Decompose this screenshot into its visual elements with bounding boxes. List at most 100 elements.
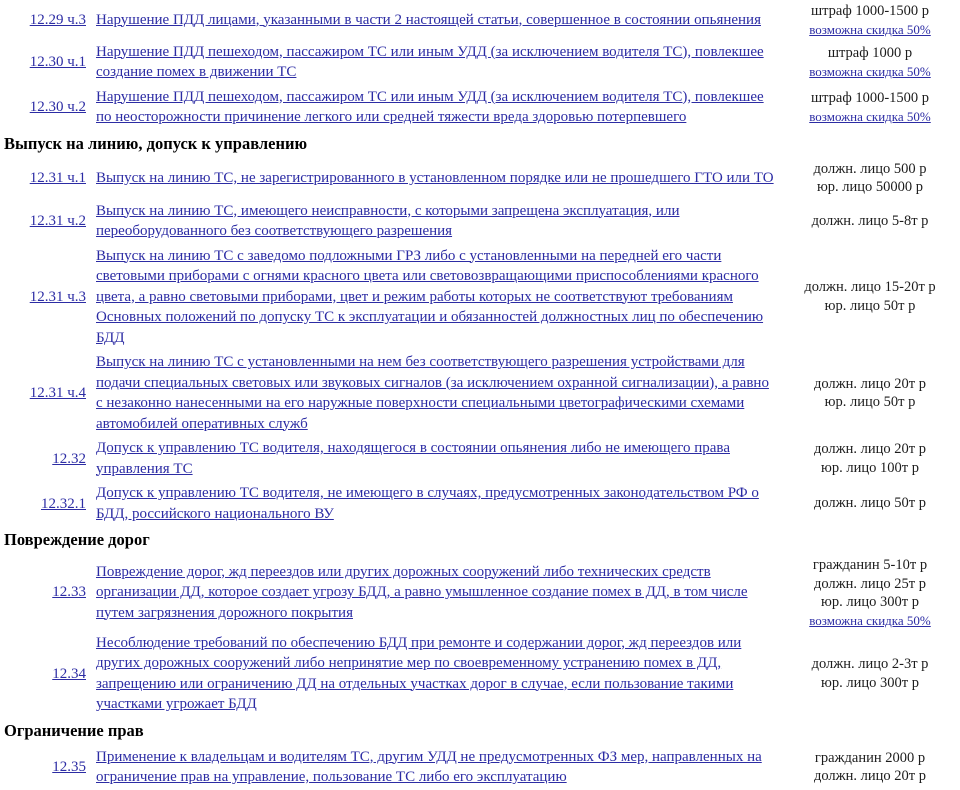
article-number-cell: 12.31 ч.3 [0,244,94,351]
table-row: 12.33 Повреждение дорог, жд переездов или… [0,554,960,631]
article-number-link[interactable]: 12.34 [52,666,86,682]
violation-description-link[interactable]: Повреждение дорог, жд переездов или друг… [96,562,774,624]
violation-description-cell: Допуск к управлению ТС водителя, не имею… [94,481,780,526]
violation-description-link[interactable]: Нарушение ПДД лицами, указанными в части… [96,10,774,31]
discount-link[interactable]: возможна скидка 50% [784,63,956,80]
article-number-cell: 12.31 ч.2 [0,199,94,244]
article-number-link[interactable]: 12.30 ч.2 [30,99,86,115]
penalty-amount: должн. лицо 5-8т р [811,212,929,229]
article-number-cell: 12.33 [0,554,94,631]
section-header-cell: Ограничение прав [0,717,960,745]
section-title: Ограничение прав [4,720,144,740]
violation-description-link[interactable]: Применение к владельцам и водителям ТС, … [96,747,774,788]
penalty-cell: должн. лицо 50т р [780,481,960,526]
violation-description-link[interactable]: Несоблюдение требований по обеспечению Б… [96,633,774,715]
penalty-amount: должн. лицо 20т р [813,375,927,392]
violation-description-link[interactable]: Выпуск на линию ТС, не зарегистрированно… [96,168,774,189]
section-title: Повреждение дорог [4,530,150,549]
section-header-cell: Повреждение дорог [0,526,960,554]
penalty-amount: должн. лицо 15-20т р [804,279,936,296]
penalty-table-page: 12.29 ч.3 Нарушение ПДД лицами, указанным… [0,0,960,790]
penalty-cell: должн. лицо 20т р юр. лицо 50т р [780,350,960,436]
penalty-amount: должн. лицо 20т р [813,441,927,457]
article-number-link[interactable]: 12.31 ч.3 [30,289,86,305]
article-number-cell: 12.35 [0,745,94,790]
penalty-amount: должн. лицо 500 р [813,160,927,177]
violation-description-cell: Нарушение ПДД пешеходом, пассажиром ТС и… [94,85,780,130]
penalty-amount: штраф 1000-1500 р [810,90,930,107]
article-number-cell: 12.30 ч.2 [0,85,94,130]
article-number-link[interactable]: 12.31 ч.2 [30,213,86,229]
penalty-amount: должн. лицо 25т р [813,575,927,592]
penalty-table-body: 12.29 ч.3 Нарушение ПДД лицами, указанным… [0,0,960,790]
table-row: 12.32 Допуск к управлению ТС водителя, на… [0,436,960,481]
penalty-cell: должн. лицо 20т р юр. лицо 100т р [780,436,960,481]
penalty-cell: гражданин 5-10т р должн. лицо 25т р юр. ли… [780,554,960,631]
violation-description-cell: Повреждение дорог, жд переездов или друг… [94,554,780,631]
table-row: 12.32.1 Допуск к управлению ТС водителя, … [0,481,960,526]
penalty-amount: штраф 1000 р [827,45,913,62]
penalty-amount: должн. лицо 2-3т р [811,656,929,672]
discount-link[interactable]: возможна скидка 50% [784,108,956,125]
article-number-link[interactable]: 12.31 ч.1 [30,170,86,186]
penalty-cell: должн. лицо 5-8т р [780,199,960,244]
article-number-cell: 12.30 ч.1 [0,40,94,85]
violation-description-cell: Нарушение ПДД лицами, указанными в части… [94,0,780,40]
article-number-cell: 12.32.1 [0,481,94,526]
article-number-link[interactable]: 12.30 ч.1 [30,54,86,70]
violation-description-link[interactable]: Допуск к управлению ТС водителя, не имею… [96,483,774,524]
violation-description-link[interactable]: Нарушение ПДД пешеходом, пассажиром ТС и… [96,42,774,83]
table-row: 12.31 ч.3 Выпуск на линию ТС с заведомо п… [0,244,960,351]
violation-description-cell: Выпуск на линию ТС с установленными на н… [94,350,780,436]
violation-description-cell: Несоблюдение требований по обеспечению Б… [94,631,780,717]
discount-link[interactable]: возможна скидка 50% [784,21,956,38]
table-row: 12.35 Применение к владельцам и водителям… [0,745,960,790]
article-number-link[interactable]: 12.33 [52,584,86,600]
table-row: 12.30 ч.1 Нарушение ПДД пешеходом, пассаж… [0,40,960,85]
penalty-table: 12.29 ч.3 Нарушение ПДД лицами, указанным… [0,0,960,790]
article-number-link[interactable]: 12.35 [52,759,86,775]
penalty-amount: юр. лицо 50т р [824,297,916,314]
violation-description-cell: Нарушение ПДД пешеходом, пассажиром ТС и… [94,40,780,85]
section-header-cell: Выпуск на линию, допуск к управлению [0,130,960,158]
article-number-cell: 12.29 ч.3 [0,0,94,40]
penalty-cell: должн. лицо 500 р юр. лицо 50000 р [780,158,960,199]
penalty-cell: штраф 1000-1500 р возможна скидка 50% [780,85,960,130]
table-row: 12.29 ч.3 Нарушение ПДД лицами, указанным… [0,0,960,40]
penalty-cell: должн. лицо 2-3т р юр. лицо 300т р [780,631,960,717]
violation-description-cell: Выпуск на линию ТС, имеющего неисправнос… [94,199,780,244]
section-title: Выпуск на линию, допуск к управлению [4,133,308,153]
violation-description-link[interactable]: Выпуск на линию ТС с заведомо подложными… [96,246,774,349]
discount-link[interactable]: возможна скидка 50% [784,612,956,629]
penalty-amount: юр. лицо 100т р [821,459,919,476]
penalty-amount: гражданин 5-10т р [812,557,928,573]
violation-description-link[interactable]: Нарушение ПДД пешеходом, пассажиром ТС и… [96,87,774,128]
violation-description-link[interactable]: Выпуск на линию ТС с установленными на н… [96,352,774,434]
section-header-row: Выпуск на линию, допуск к управлению [0,130,960,158]
table-row: 12.31 ч.4 Выпуск на линию ТС с установлен… [0,350,960,436]
penalty-cell: штраф 1000 р возможна скидка 50% [780,40,960,85]
penalty-amount: юр. лицо 300т р [821,674,919,691]
section-header-row: Повреждение дорог [0,526,960,554]
penalty-amount: юр. лицо 50т р [824,394,916,410]
violation-description-cell: Выпуск на линию ТС с заведомо подложными… [94,244,780,351]
table-row: 12.34 Несоблюдение требований по обеспече… [0,631,960,717]
penalty-cell: гражданин 2000 р должн. лицо 20т р [780,745,960,790]
article-number-link[interactable]: 12.32 [52,451,86,467]
violation-description-link[interactable]: Допуск к управлению ТС водителя, находящ… [96,438,774,479]
violation-description-link[interactable]: Выпуск на линию ТС, имеющего неисправнос… [96,201,774,242]
article-number-link[interactable]: 12.32.1 [41,496,86,512]
penalty-amount: должн. лицо 20т р [813,768,927,784]
article-number-link[interactable]: 12.31 ч.4 [30,385,86,401]
penalty-amount: юр. лицо 300т р [821,594,919,610]
article-number-cell: 12.32 [0,436,94,481]
violation-description-cell: Применение к владельцам и водителям ТС, … [94,745,780,790]
article-number-cell: 12.31 ч.4 [0,350,94,436]
section-header-row: Ограничение прав [0,717,960,745]
violation-description-cell: Допуск к управлению ТС водителя, находящ… [94,436,780,481]
penalty-amount: гражданин 2000 р [814,749,926,766]
table-row: 12.31 ч.1 Выпуск на линию ТС, не зарегист… [0,158,960,199]
article-number-link[interactable]: 12.29 ч.3 [30,12,86,28]
penalty-cell: штраф 1000-1500 р возможна скидка 50% [780,0,960,40]
article-number-cell: 12.31 ч.1 [0,158,94,199]
